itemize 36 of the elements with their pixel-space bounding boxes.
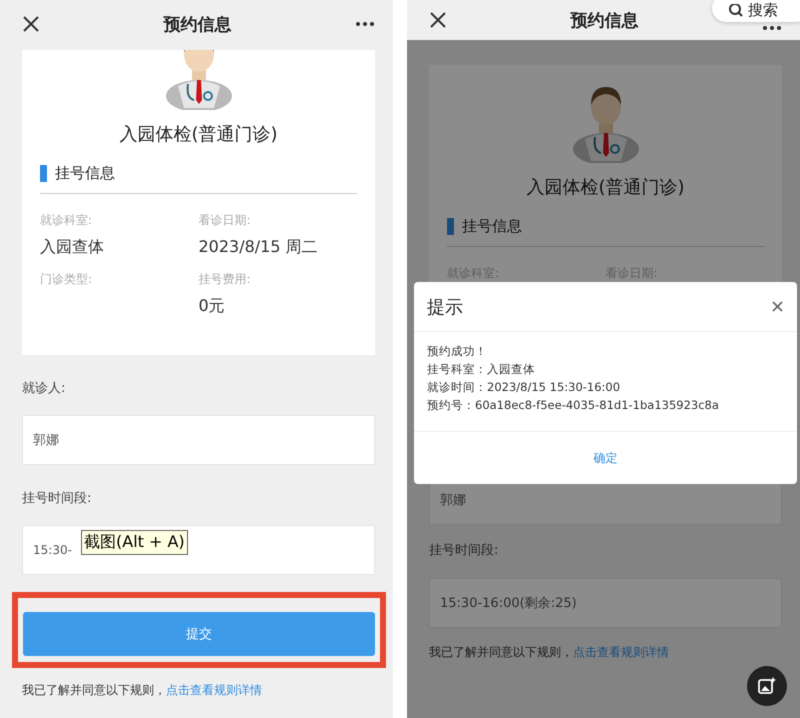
field-label: 看诊日期:: [198, 212, 251, 229]
field-label: 就诊科室:: [40, 212, 92, 229]
section-title: 挂号信息: [55, 164, 115, 183]
time-slot-value: 15:30-16:00(剩余:25): [440, 595, 577, 612]
time-slot-label: 挂号时间段:: [22, 490, 92, 507]
field-label: 门诊类型:: [40, 271, 92, 288]
field-label: 挂号费用:: [198, 271, 251, 288]
time-slot-label: 挂号时间段:: [429, 542, 498, 559]
clinic-title: 入园体检(普通门诊): [119, 123, 278, 146]
patient-name: 郭娜: [33, 432, 59, 449]
field-value: 2023/8/15 周二: [198, 237, 318, 258]
agreement-text: 我已了解并同意以下规则，点击查看规则详情: [22, 682, 262, 699]
dialog-line: 挂号科室：入园查体: [427, 362, 535, 377]
patient-label: 就诊人:: [22, 380, 66, 397]
patient-field[interactable]: 郭娜: [22, 415, 375, 465]
section-title: 挂号信息: [462, 217, 522, 236]
search-popup[interactable]: 搜索: [712, 0, 800, 22]
time-slot-field[interactable]: 15:30- 截图(Alt + A): [22, 525, 375, 575]
rules-link[interactable]: 点击查看规则详情: [573, 645, 669, 659]
patient-name: 郭娜: [440, 492, 466, 509]
dialog-line: 就诊时间：2023/8/15 15:30-16:00: [427, 380, 620, 395]
submit-button[interactable]: 提交: [23, 612, 375, 656]
field-value: 0元: [198, 296, 225, 317]
tooltip: 截图(Alt + A): [81, 530, 188, 555]
page-title: 预约信息: [570, 10, 638, 32]
time-slot-value: 15:30-: [33, 543, 72, 557]
field-value: 入园查体: [40, 237, 104, 258]
search-label: 搜索: [748, 2, 778, 18]
clinic-title: 入园体检(普通门诊): [526, 176, 685, 199]
dialog-line: 预约成功！: [427, 344, 487, 359]
dialog-line: 预约号：60a18ec8-f5ee-4035-81d1-1ba135923c8a: [427, 398, 719, 413]
agreement-text: 我已了解并同意以下规则，点击查看规则详情: [429, 644, 669, 661]
rules-link[interactable]: 点击查看规则详情: [166, 683, 262, 697]
page-title: 预约信息: [164, 14, 232, 36]
dialog-title: 提示: [427, 296, 463, 318]
time-slot-field[interactable]: 15:30-16:00(剩余:25): [429, 578, 782, 628]
